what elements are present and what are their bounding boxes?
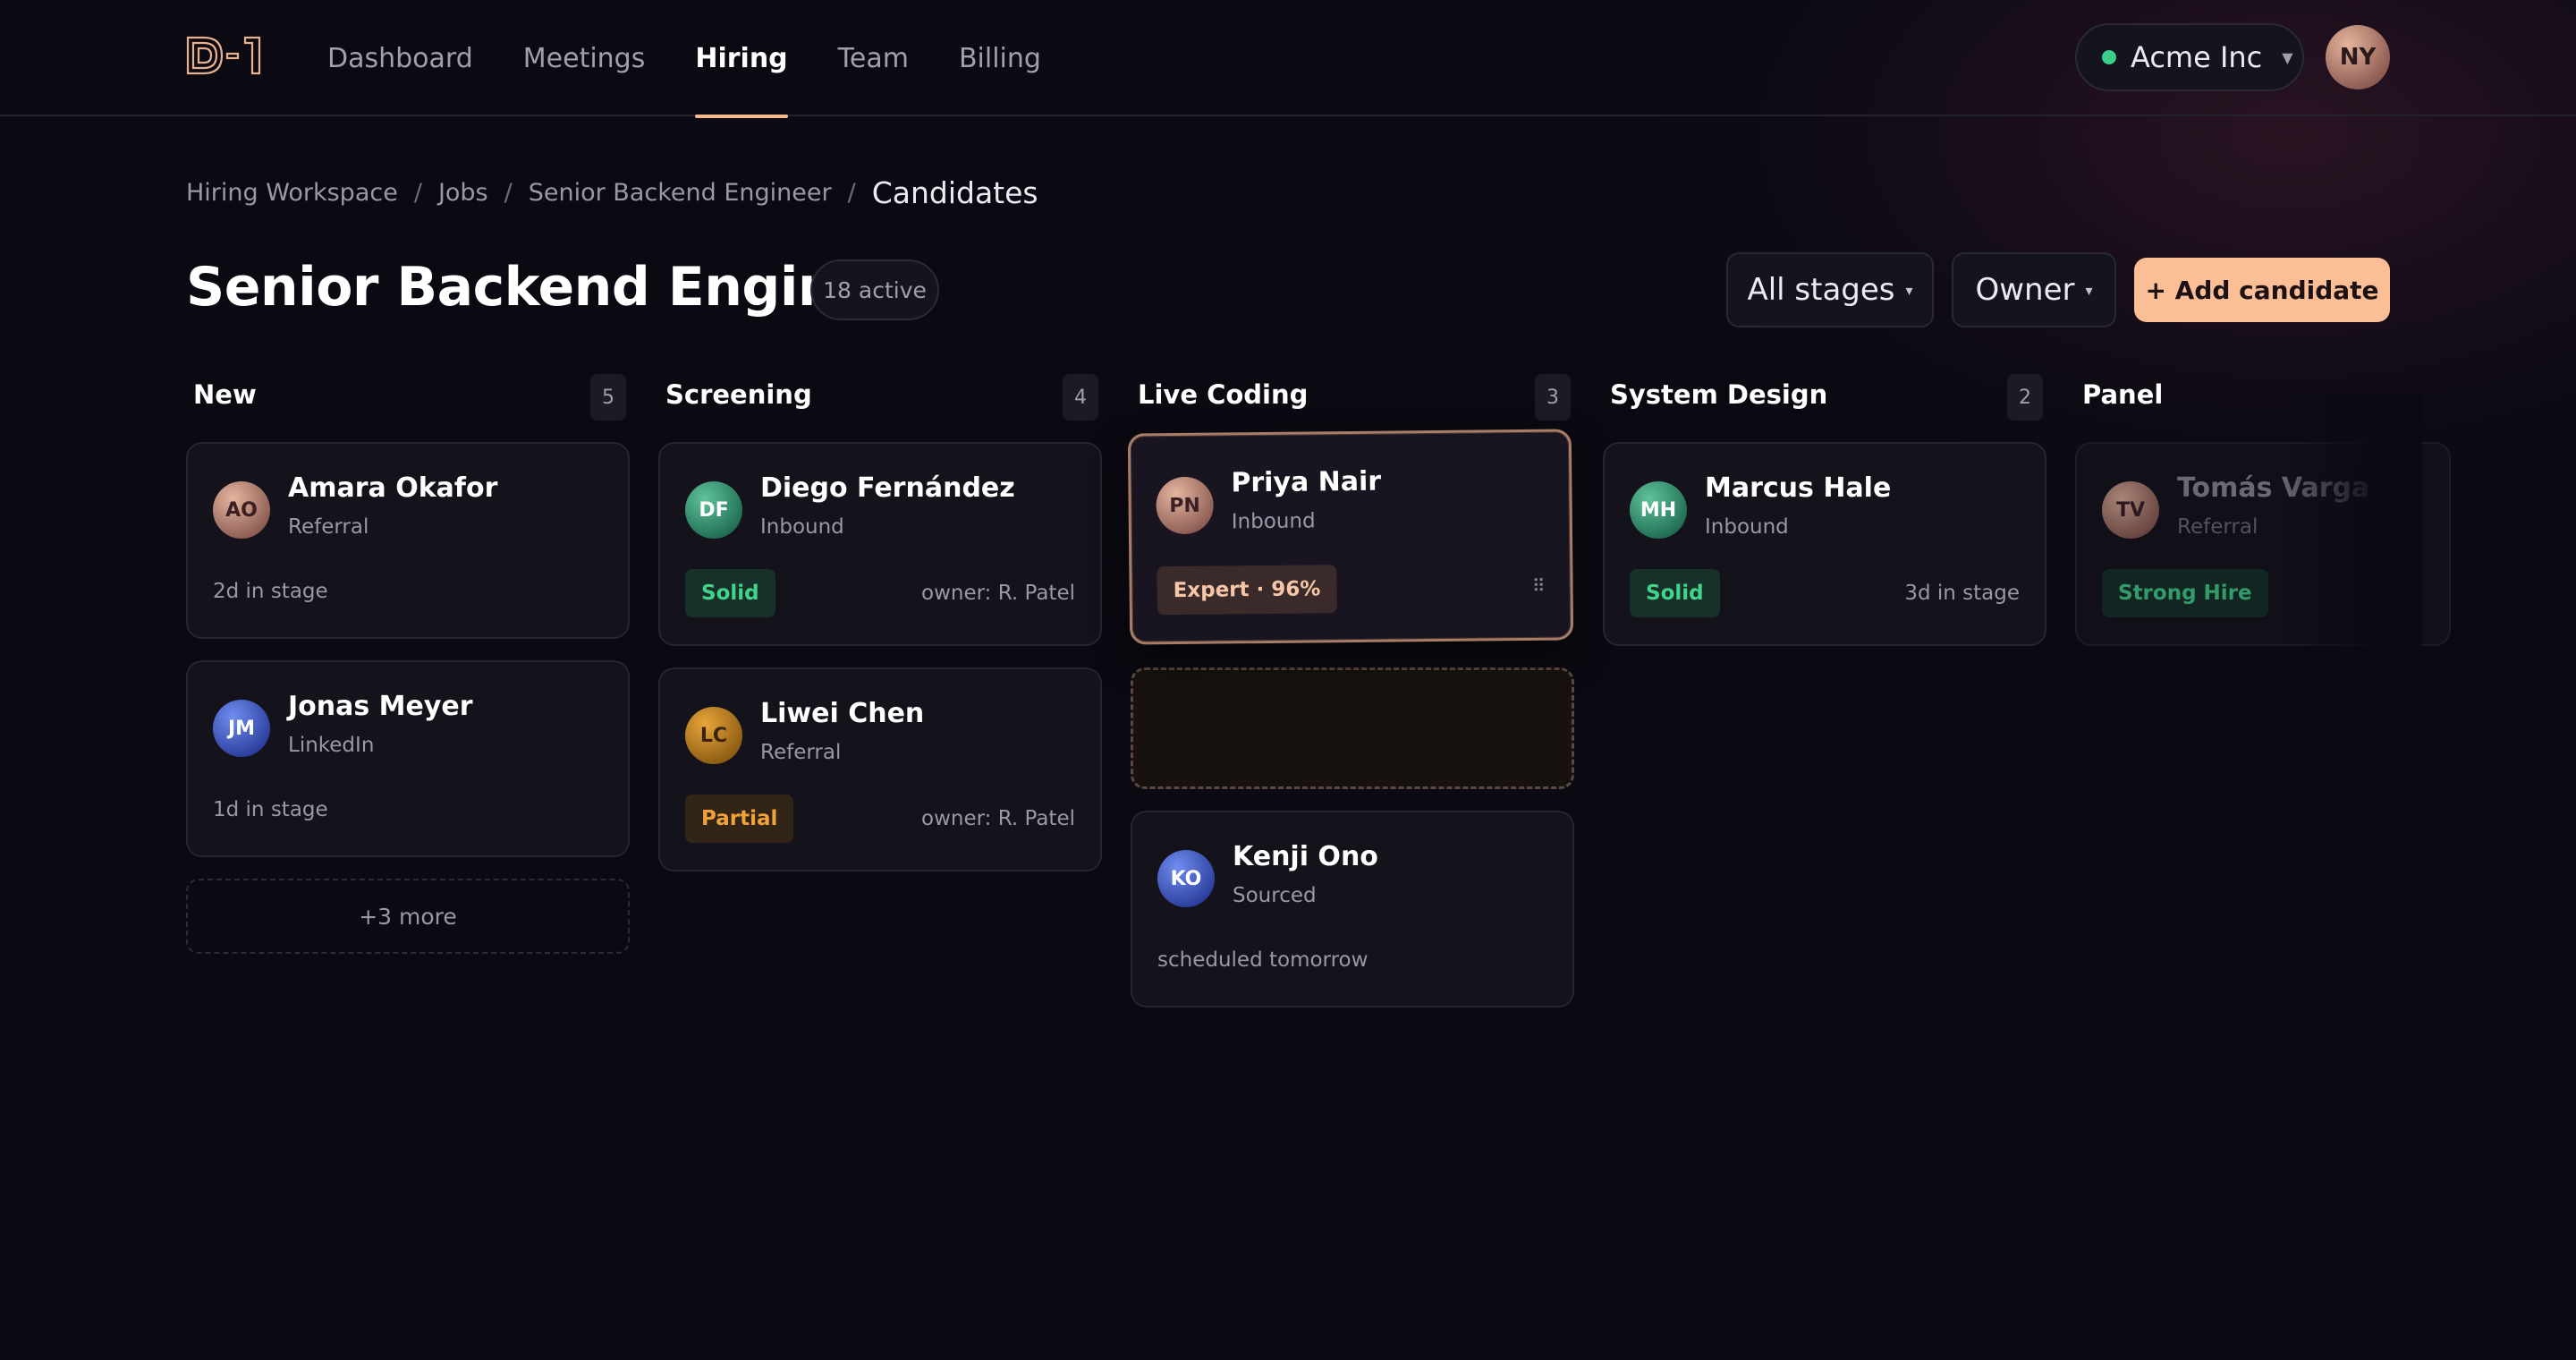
candidate-avatar: PN [1156,476,1214,535]
nav-meetings[interactable]: Meetings [523,0,646,116]
candidate-name: Tomás Varga [2177,472,2370,504]
schedule-label: scheduled tomorrow [1157,948,1368,972]
chevron-down-icon: ▼ [2282,48,2293,66]
column-title: Screening [665,379,812,410]
score-badge: Solid [685,569,775,617]
breadcrumb-separator: / [847,179,856,207]
candidate-source: Referral [760,741,842,764]
column-title: New [193,379,257,410]
candidate-name: Marcus Hale [1705,472,1892,504]
top-navigation: Dashboard Meetings Hiring Team Billing A… [0,0,2576,118]
candidate-source: Referral [2177,515,2258,539]
column-count: 2 [2007,374,2043,421]
breadcrumb-job[interactable]: Senior Backend Engineer [529,179,832,207]
candidate-card[interactable]: MH Marcus Hale Inbound Solid 3d in stage [1603,442,2046,646]
candidate-source: Sourced [1233,884,1317,907]
stages-filter-dropdown[interactable]: All stages ▾ [1726,252,1934,327]
candidate-card[interactable]: LC Liwei Chen Referral Partial owner: R.… [658,667,1102,871]
candidate-avatar: MH [1630,481,1687,539]
nav-billing[interactable]: Billing [959,0,1041,116]
score-badge: Solid [1630,569,1720,617]
status-dot-icon [2102,50,2116,64]
org-name: Acme Inc [2131,40,2263,74]
breadcrumb-hiring-workspace[interactable]: Hiring Workspace [186,179,398,207]
score-badge: Partial [685,795,794,843]
active-count-badge: 18 active [810,259,939,320]
candidate-avatar: AO [213,481,270,539]
breadcrumb-separator: / [413,179,422,207]
main-nav: Dashboard Meetings Hiring Team Billing [327,0,1041,118]
drop-placeholder[interactable] [1131,667,1574,789]
candidate-avatar: KO [1157,850,1215,907]
drag-handle-icon[interactable]: ⠿ [1532,575,1544,597]
nav-dashboard[interactable]: Dashboard [327,0,473,116]
show-more-button[interactable]: +3 more [186,879,630,954]
candidate-source: LinkedIn [288,734,375,757]
column-header-live-coding: Live Coding 3 [1131,372,1574,421]
column-title: Panel [2082,379,2164,410]
column-title: System Design [1610,379,1828,410]
candidate-source: Inbound [1705,515,1789,539]
column-header-system-design: System Design 2 [1603,372,2046,421]
column-count: 3 [1535,374,1571,421]
candidate-avatar: TV [2102,481,2159,539]
time-in-stage: 1d in stage [213,798,328,821]
column-header-panel: Panel [2075,372,2397,421]
time-in-stage: 3d in stage [1904,582,2020,605]
candidate-name: Jonas Meyer [288,691,473,722]
candidate-avatar: LC [685,707,742,764]
breadcrumb-jobs[interactable]: Jobs [438,179,488,207]
nav-team[interactable]: Team [838,0,909,116]
candidate-name: Priya Nair [1231,465,1382,499]
candidate-card[interactable]: DF Diego Fernández Inbound Solid owner: … [658,442,1102,646]
column-header-screening: Screening 4 [658,372,1102,421]
candidate-card[interactable]: AO Amara Okafor Referral 2d in stage [186,442,630,639]
candidate-name: Amara Okafor [288,472,498,504]
candidate-card-dragging[interactable]: PN Priya Nair Inbound Expert · 96% ⠿ [1127,429,1574,645]
breadcrumb: Hiring Workspace / Jobs / Senior Backend… [186,175,1038,210]
candidate-name: Kenji Ono [1233,841,1378,872]
chevron-down-icon: ▾ [1905,281,1913,299]
column-title: Live Coding [1138,379,1309,410]
score-badge: Expert · 96% [1157,565,1337,616]
candidate-source: Inbound [760,515,844,539]
column-header-new: New 5 [186,372,630,421]
stages-filter-label: All stages [1747,272,1895,308]
chevron-down-icon: ▾ [2085,281,2093,299]
candidate-avatar: JM [213,700,270,757]
candidate-card[interactable]: TV Tomás Varga Referral Strong Hire [2075,442,2451,646]
app-logo[interactable] [186,34,263,77]
candidate-name: Diego Fernández [760,472,1015,504]
candidate-avatar: DF [685,481,742,539]
score-badge: Strong Hire [2102,569,2268,617]
column-count: 4 [1063,374,1098,421]
time-in-stage: 2d in stage [213,580,328,603]
user-avatar[interactable]: NY [2326,25,2390,89]
add-candidate-button[interactable]: + Add candidate [2134,258,2390,322]
candidate-card[interactable]: KO Kenji Ono Sourced scheduled tomorrow [1131,811,1574,1007]
candidate-source: Inbound [1231,509,1316,534]
candidate-name: Liwei Chen [760,698,925,729]
candidate-source: Referral [288,515,369,539]
nav-hiring[interactable]: Hiring [695,0,788,118]
owner-label: owner: R. Patel [921,807,1075,830]
breadcrumb-current: Candidates [871,175,1038,210]
column-count: 5 [590,374,626,421]
breadcrumb-separator: / [504,179,513,207]
owner-label: owner: R. Patel [921,582,1075,605]
owner-filter-label: Owner [1975,272,2075,308]
owner-filter-dropdown[interactable]: Owner ▾ [1952,252,2116,327]
candidate-card[interactable]: JM Jonas Meyer LinkedIn 1d in stage [186,660,630,857]
org-switcher[interactable]: Acme Inc ▼ [2075,23,2304,91]
